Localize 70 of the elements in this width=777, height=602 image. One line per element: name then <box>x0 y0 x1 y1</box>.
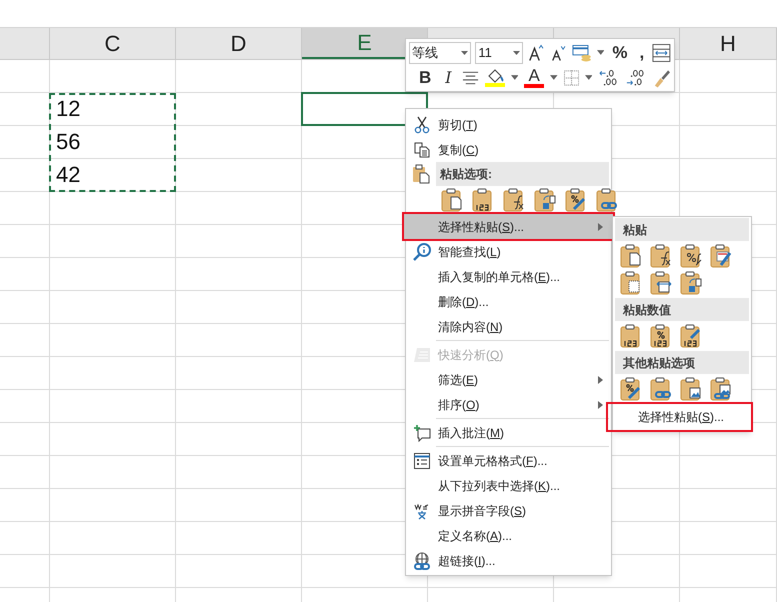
dropdown-caret-icon <box>461 50 468 54</box>
section-header: 粘贴 <box>615 218 749 241</box>
font-color-button[interactable]: A <box>528 68 540 84</box>
italic-button[interactable]: I <box>441 70 456 86</box>
paste-option-icon[interactable] <box>619 376 643 402</box>
paste-option-icon[interactable] <box>649 243 673 269</box>
comment-icon <box>413 424 431 442</box>
section-header: 其他粘贴选项 <box>615 351 749 374</box>
menu-item[interactable]: 清除内容(N) <box>404 314 613 339</box>
paint-bucket-icon[interactable] <box>486 68 504 82</box>
search-icon <box>413 242 431 260</box>
table-style-icon[interactable] <box>572 42 593 62</box>
paste-option-icon[interactable] <box>679 376 703 402</box>
paste-option-icon[interactable] <box>595 187 619 213</box>
menu-item[interactable]: 定义名称(A)... <box>404 523 613 548</box>
font-family-field[interactable]: 等线 <box>409 42 472 64</box>
paste-option-icon[interactable] <box>502 187 526 213</box>
dropdown-caret-icon <box>512 50 520 54</box>
column-header[interactable]: H <box>720 27 736 60</box>
paste-option-icon[interactable] <box>440 187 464 213</box>
format-button[interactable]: % <box>608 44 632 61</box>
decrease-decimal-icon[interactable] <box>625 68 646 88</box>
cell-value: 42 <box>56 161 80 189</box>
menu-item[interactable]: 筛选(E) <box>404 367 613 392</box>
borders-icon[interactable] <box>564 70 579 86</box>
dropdown-caret-icon[interactable] <box>596 50 604 55</box>
copy-icon <box>414 142 430 158</box>
paste-option-icon[interactable] <box>709 243 733 269</box>
menu-item[interactable]: 设置单元格格式(F)... <box>404 448 613 473</box>
increase-decimal-icon[interactable] <box>598 68 620 88</box>
pinyin-icon <box>413 502 431 520</box>
menu-item[interactable]: 插入复制的单元格(E)... <box>404 264 613 289</box>
menu-item[interactable]: 删除(D)... <box>404 289 613 314</box>
grow-font-icon[interactable] <box>526 42 546 62</box>
column-header[interactable]: C <box>104 27 120 60</box>
format-button[interactable]: , <box>636 44 648 61</box>
column-header[interactable]: D <box>230 27 246 60</box>
dropdown-caret-icon[interactable] <box>550 75 558 80</box>
column-header[interactable]: E <box>357 26 372 59</box>
menu-item[interactable]: 超链接(I)... <box>404 548 613 573</box>
menu-item[interactable]: 选择性粘贴(S)... <box>404 214 613 239</box>
format-cells-icon <box>414 452 430 468</box>
paste-option-icon[interactable] <box>679 323 703 349</box>
menu-item[interactable]: 从下拉列表中选择(K)... <box>404 473 613 498</box>
cell-width-icon[interactable] <box>652 42 672 62</box>
menu-item[interactable]: 智能查找(L) <box>404 239 613 264</box>
font-size-field[interactable]: 11 <box>475 42 523 64</box>
paste-option-icon[interactable] <box>533 187 557 213</box>
menu-item[interactable]: 剪切(T) <box>404 112 613 137</box>
paste-option-icon[interactable] <box>564 187 588 213</box>
clipboard-icon <box>412 164 430 184</box>
paste-option-icon[interactable] <box>649 376 673 402</box>
cell-value: 56 <box>56 128 80 156</box>
format-painter-icon[interactable] <box>652 68 672 88</box>
dropdown-caret-icon[interactable] <box>510 75 518 80</box>
paste-option-icon[interactable] <box>679 243 703 269</box>
paste-option-icon[interactable] <box>709 376 733 402</box>
cell-value: 12 <box>56 95 80 123</box>
format-button[interactable]: B <box>415 69 436 86</box>
section-header: 粘贴选项: <box>436 162 609 186</box>
dropdown-caret-icon[interactable] <box>584 75 592 80</box>
globe-link-icon <box>413 552 431 570</box>
align-center-icon[interactable] <box>462 70 479 84</box>
paste-option-icon[interactable] <box>679 270 703 296</box>
section-header: 粘贴数值 <box>615 298 749 321</box>
paste-option-icon[interactable] <box>619 243 643 269</box>
scissors-icon <box>414 116 430 134</box>
paste-option-icon[interactable] <box>649 270 673 296</box>
menu-item[interactable]: 复制(C) <box>404 137 613 162</box>
menu-item[interactable]: 显示拼音字段(S) <box>404 498 613 523</box>
